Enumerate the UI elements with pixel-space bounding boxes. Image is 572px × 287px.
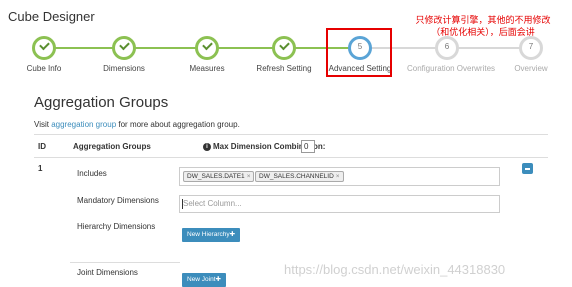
new-hierarchy-button[interactable]: New Hierarchy✚ bbox=[182, 228, 241, 242]
highlight-box bbox=[326, 28, 392, 77]
remove-group-button[interactable] bbox=[522, 163, 533, 174]
step-number: 7 bbox=[528, 42, 534, 51]
step-label: Cube Info bbox=[26, 64, 62, 73]
step-measures[interactable]: Measures bbox=[167, 36, 247, 73]
includes-label: Includes bbox=[77, 169, 107, 178]
mandatory-select[interactable]: Select Column... bbox=[179, 195, 500, 213]
check-icon bbox=[195, 36, 219, 60]
max-dimension-input[interactable]: 0 bbox=[301, 140, 315, 153]
visit-text: Visit aggregation group for more about a… bbox=[34, 120, 240, 129]
header-id: ID bbox=[38, 142, 46, 151]
annotation-line-1: 只修改计算引擎，其他的不用修改 bbox=[415, 15, 551, 25]
step-label: Dimensions bbox=[103, 64, 145, 73]
step-cube-info[interactable]: Cube Info bbox=[4, 36, 84, 73]
tag-text: DW_SALES.DATE1 bbox=[187, 173, 245, 180]
step-label: Configuration Overwrites bbox=[407, 64, 496, 73]
step-label: Overview bbox=[514, 64, 548, 73]
close-icon[interactable]: × bbox=[247, 173, 251, 180]
step-number-circle: 7 bbox=[519, 36, 543, 60]
step-dimensions[interactable]: Dimensions bbox=[84, 36, 164, 73]
annotation-line-2: （和优化相关），后面会讲 bbox=[431, 27, 535, 37]
step-number-circle: 6 bbox=[435, 36, 459, 60]
visit-suffix: for more about aggregation group. bbox=[116, 120, 240, 129]
tag-text: DW_SALES.CHANNELID bbox=[259, 173, 334, 180]
section-title: Aggregation Groups bbox=[34, 94, 169, 111]
step-number: 6 bbox=[444, 42, 450, 51]
tag-item: DW_SALES.CHANNELID × bbox=[255, 171, 344, 182]
visit-prefix: Visit bbox=[34, 120, 52, 129]
header-aggregation-groups: Aggregation Groups bbox=[73, 142, 151, 151]
aggregation-group-link[interactable]: aggregation group bbox=[51, 120, 116, 129]
check-icon bbox=[112, 36, 136, 60]
step-refresh-setting[interactable]: Refresh Setting bbox=[244, 36, 324, 73]
annotation-note: 只修改计算引擎，其他的不用修改 （和优化相关），后面会讲 bbox=[398, 14, 568, 38]
check-icon bbox=[272, 36, 296, 60]
step-label: Refresh Setting bbox=[256, 64, 312, 73]
includes-input[interactable]: DW_SALES.DATE1 × DW_SALES.CHANNELID × bbox=[179, 167, 500, 186]
table-top-divider bbox=[34, 134, 548, 135]
app-title: Cube Designer bbox=[8, 9, 95, 24]
joint-label: Joint Dimensions bbox=[77, 268, 138, 277]
tag-item: DW_SALES.DATE1 × bbox=[183, 171, 255, 182]
step-configuration-overwrites[interactable]: 6 Configuration Overwrites bbox=[407, 36, 496, 73]
row-divider bbox=[70, 262, 180, 263]
mandatory-label: Mandatory Dimensions bbox=[77, 196, 159, 205]
step-label: Measures bbox=[189, 64, 225, 73]
step-overview[interactable]: 7 Overview bbox=[491, 36, 571, 73]
table-header-divider bbox=[34, 157, 548, 158]
hierarchy-label: Hierarchy Dimensions bbox=[77, 222, 156, 231]
new-joint-button[interactable]: New Joint✚ bbox=[182, 273, 226, 287]
row-id: 1 bbox=[38, 164, 43, 173]
info-icon: i bbox=[203, 142, 211, 151]
close-icon[interactable]: × bbox=[336, 173, 340, 180]
check-icon bbox=[32, 36, 56, 60]
watermark: https://blog.csdn.net/weixin_44318830 bbox=[284, 262, 506, 277]
